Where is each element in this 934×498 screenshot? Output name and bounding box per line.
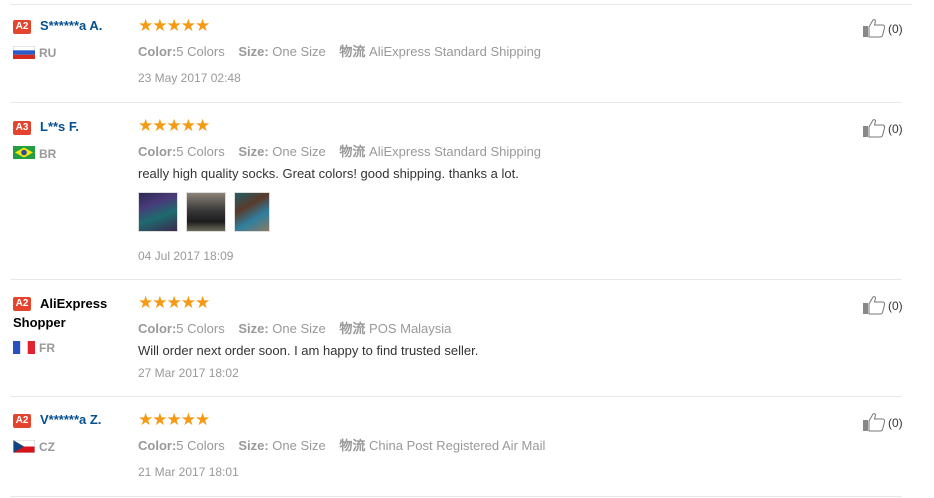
buyer-name: AliExpress Shopper — [13, 294, 108, 332]
helpful-count: (0) — [888, 416, 903, 430]
size-label: Size: — [238, 321, 269, 336]
flag-ru-icon — [13, 46, 35, 59]
logistics-label: 物流 — [339, 438, 366, 453]
feedback-text: really high quality socks. Great colors!… — [138, 166, 519, 181]
helpful-count: (0) — [888, 122, 903, 136]
logistics-label: 物流 — [339, 44, 366, 59]
review-photo[interactable] — [138, 192, 178, 232]
color-label: Color: — [138, 44, 177, 59]
buyer-name-line1: AliExpress — [40, 296, 108, 311]
flag-fr-icon — [13, 341, 35, 354]
color-value: 5 Colors — [176, 44, 225, 59]
helpful-count: (0) — [888, 299, 903, 313]
divider — [10, 496, 902, 497]
buyer-level-badge: A3 — [13, 121, 31, 135]
top-divider — [10, 4, 912, 5]
color-value: 5 Colors — [176, 321, 225, 336]
size-label: Size: — [238, 144, 269, 159]
thumbs-up-icon[interactable] — [862, 412, 886, 432]
buyer-name-link[interactable]: L**s F. — [40, 119, 79, 134]
shipping-value: POS Malaysia — [369, 321, 452, 336]
flag-cz-icon — [13, 440, 35, 453]
buyer-name-line2: Shopper — [13, 315, 66, 330]
color-label: Color: — [138, 321, 177, 336]
order-info: Color:5 Colors Size: One Size 物流 China P… — [138, 435, 545, 454]
divider — [10, 279, 902, 280]
shipping-value: AliExpress Standard Shipping — [369, 44, 542, 59]
color-value: 5 Colors — [176, 144, 225, 159]
order-info: Color:5 Colors Size: One Size 物流 AliExpr… — [138, 141, 541, 160]
color-value: 5 Colors — [176, 438, 225, 453]
buyer-level-badge: A2 — [13, 414, 31, 428]
review-date: 27 Mar 2017 18:02 — [138, 366, 239, 380]
star-rating: ★★★★★ — [138, 116, 210, 135]
shipping-value: AliExpress Standard Shipping — [369, 144, 542, 159]
country-code: BR — [39, 147, 57, 161]
country-code: CZ — [39, 440, 55, 454]
color-label: Color: — [138, 144, 177, 159]
buyer-name-link[interactable]: S******a A. — [40, 18, 102, 33]
size-value: One Size — [272, 44, 326, 59]
review-date: 21 Mar 2017 18:01 — [138, 465, 239, 479]
order-info: Color:5 Colors Size: One Size 物流 POS Mal… — [138, 318, 451, 337]
star-rating: ★★★★★ — [138, 410, 210, 429]
logistics-label: 物流 — [339, 144, 366, 159]
thumbs-up-icon[interactable] — [862, 18, 886, 38]
order-info: Color:5 Colors Size: One Size 物流 AliExpr… — [138, 41, 541, 60]
review-date: 23 May 2017 02:48 — [138, 71, 241, 85]
review-photo[interactable] — [234, 192, 270, 232]
size-value: One Size — [272, 144, 326, 159]
size-label: Size: — [238, 438, 269, 453]
star-rating: ★★★★★ — [138, 293, 210, 312]
divider — [10, 396, 902, 397]
buyer-name-link[interactable]: V******a Z. — [40, 412, 101, 427]
country-code: FR — [39, 341, 55, 355]
helpful-count: (0) — [888, 22, 903, 36]
star-rating: ★★★★★ — [138, 16, 210, 35]
buyer-level-badge: A2 — [13, 20, 31, 34]
feedback-text: Will order next order soon. I am happy t… — [138, 343, 479, 358]
buyer-level-badge: A2 — [13, 297, 31, 311]
shipping-value: China Post Registered Air Mail — [369, 438, 546, 453]
review-photo[interactable] — [186, 192, 226, 232]
country-code: RU — [39, 46, 57, 60]
size-value: One Size — [272, 321, 326, 336]
flag-br-icon — [13, 146, 35, 159]
logistics-label: 物流 — [339, 321, 366, 336]
thumbs-up-icon[interactable] — [862, 295, 886, 315]
size-value: One Size — [272, 438, 326, 453]
thumbs-up-icon[interactable] — [862, 118, 886, 138]
review-date: 04 Jul 2017 18:09 — [138, 249, 234, 263]
divider — [10, 102, 902, 103]
size-label: Size: — [238, 44, 269, 59]
color-label: Color: — [138, 438, 177, 453]
